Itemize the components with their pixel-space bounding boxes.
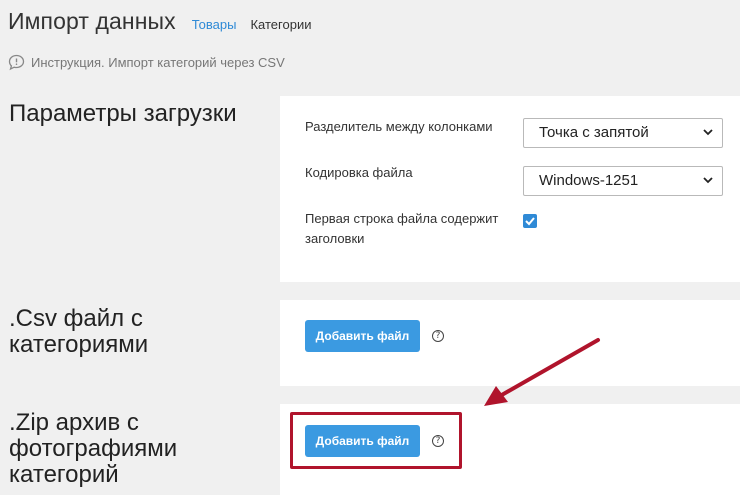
encoding-select[interactable]: Windows-1251 [523,166,723,196]
instruction-link[interactable]: Инструкция. Импорт категорий через CSV [8,54,285,71]
arrow-annotation [484,338,600,406]
chevron-down-icon [703,129,713,136]
header-row-label-line2: заголовки [305,231,365,246]
header-row-checkbox[interactable] [523,214,537,228]
add-csv-file-button[interactable]: Добавить файл [305,320,420,352]
tab-categories[interactable]: Категории [250,17,311,32]
header-row-label: Первая строка файла содержит заголовки [305,209,498,249]
instruction-link-text: Инструкция. Импорт категорий через CSV [31,55,285,70]
csv-title-line1: .Csv файл с [9,305,143,332]
zip-title-line3: категорий [9,461,119,488]
encoding-label: Кодировка файла [305,165,413,180]
csv-title-line2: категориями [9,331,149,358]
separator-label: Разделитель между колонками [305,119,493,134]
encoding-select-value: Windows-1251 [539,172,639,189]
chevron-down-icon [703,177,713,184]
params-panel: Разделитель между колонками Точка с запя… [280,96,740,282]
page-header: Импорт данных Товары Категории [8,8,311,35]
annotation-highlight-box [290,412,462,469]
zip-section-title: .Zip архив с фотографиями категорий [9,410,209,488]
separator-select[interactable]: Точка с запятой [523,118,723,148]
tab-products[interactable]: Товары [192,17,237,32]
csv-section-title: .Csv файл с категориями [9,306,209,358]
question-icon[interactable]: ? [432,330,444,342]
params-section-title: Параметры загрузки [9,100,237,127]
page-title: Импорт данных [8,8,176,34]
comment-icon [8,54,25,71]
checkmark-icon [525,217,535,226]
separator-select-value: Точка с запятой [539,124,649,141]
header-row-label-line1: Первая строка файла содержит [305,211,499,226]
zip-title-line2: фотографиями [9,435,178,462]
zip-title-line1: .Zip архив с [9,409,139,436]
